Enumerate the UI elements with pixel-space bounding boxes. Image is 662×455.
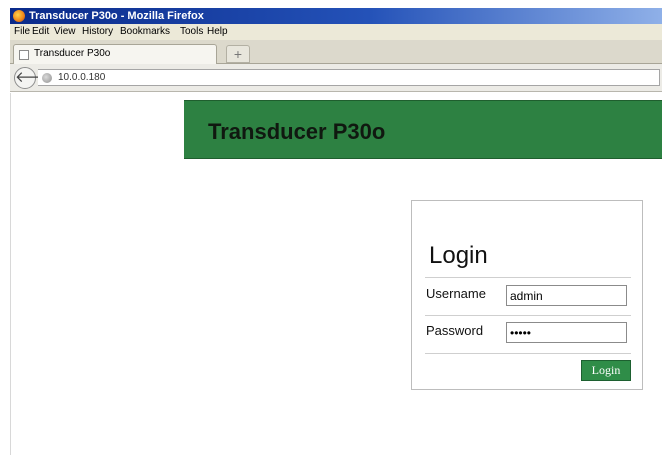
globe-icon — [42, 73, 52, 83]
navigation-bar: 🡐 10.0.0.180 — [10, 64, 662, 92]
menu-history[interactable]: History — [82, 24, 113, 40]
password-field[interactable] — [506, 322, 627, 343]
username-field[interactable] — [506, 285, 627, 306]
menu-tools[interactable]: Tools — [180, 24, 203, 40]
username-label: Username — [426, 286, 486, 301]
menu-edit[interactable]: Edit — [32, 24, 49, 40]
separator — [425, 353, 631, 354]
url-text: 10.0.0.180 — [58, 72, 106, 83]
back-arrow-icon[interactable]: 🡐 — [14, 67, 55, 89]
page-content: Transducer P30o Login Username Password … — [10, 93, 662, 455]
separator — [425, 277, 631, 278]
page-title: Transducer P30o — [208, 119, 386, 144]
login-panel: Login Username Password Login — [411, 200, 643, 390]
page-icon — [19, 50, 29, 60]
page-header: Transducer P30o — [184, 100, 662, 159]
window-titlebar: Transducer P30o - Mozilla Firefox — [10, 8, 662, 24]
address-bar[interactable]: 10.0.0.180 — [38, 69, 660, 86]
login-title: Login — [429, 242, 488, 269]
menu-bookmarks[interactable]: Bookmarks — [120, 24, 170, 40]
new-tab-button[interactable]: + — [226, 45, 250, 63]
separator — [425, 315, 631, 316]
window-title: Transducer P30o - Mozilla Firefox — [29, 10, 204, 22]
tab-label: Transducer P30o — [34, 48, 111, 59]
menu-bar: File Edit View History Bookmarks Tools H… — [10, 24, 662, 40]
login-button[interactable]: Login — [581, 360, 631, 381]
menu-view[interactable]: View — [54, 24, 76, 40]
menu-help[interactable]: Help — [207, 24, 228, 40]
tab-transducer[interactable]: Transducer P30o — [13, 44, 217, 64]
firefox-icon — [13, 10, 25, 22]
menu-file[interactable]: File — [14, 24, 30, 40]
tab-strip: Transducer P30o + — [10, 40, 662, 64]
password-label: Password — [426, 323, 484, 338]
